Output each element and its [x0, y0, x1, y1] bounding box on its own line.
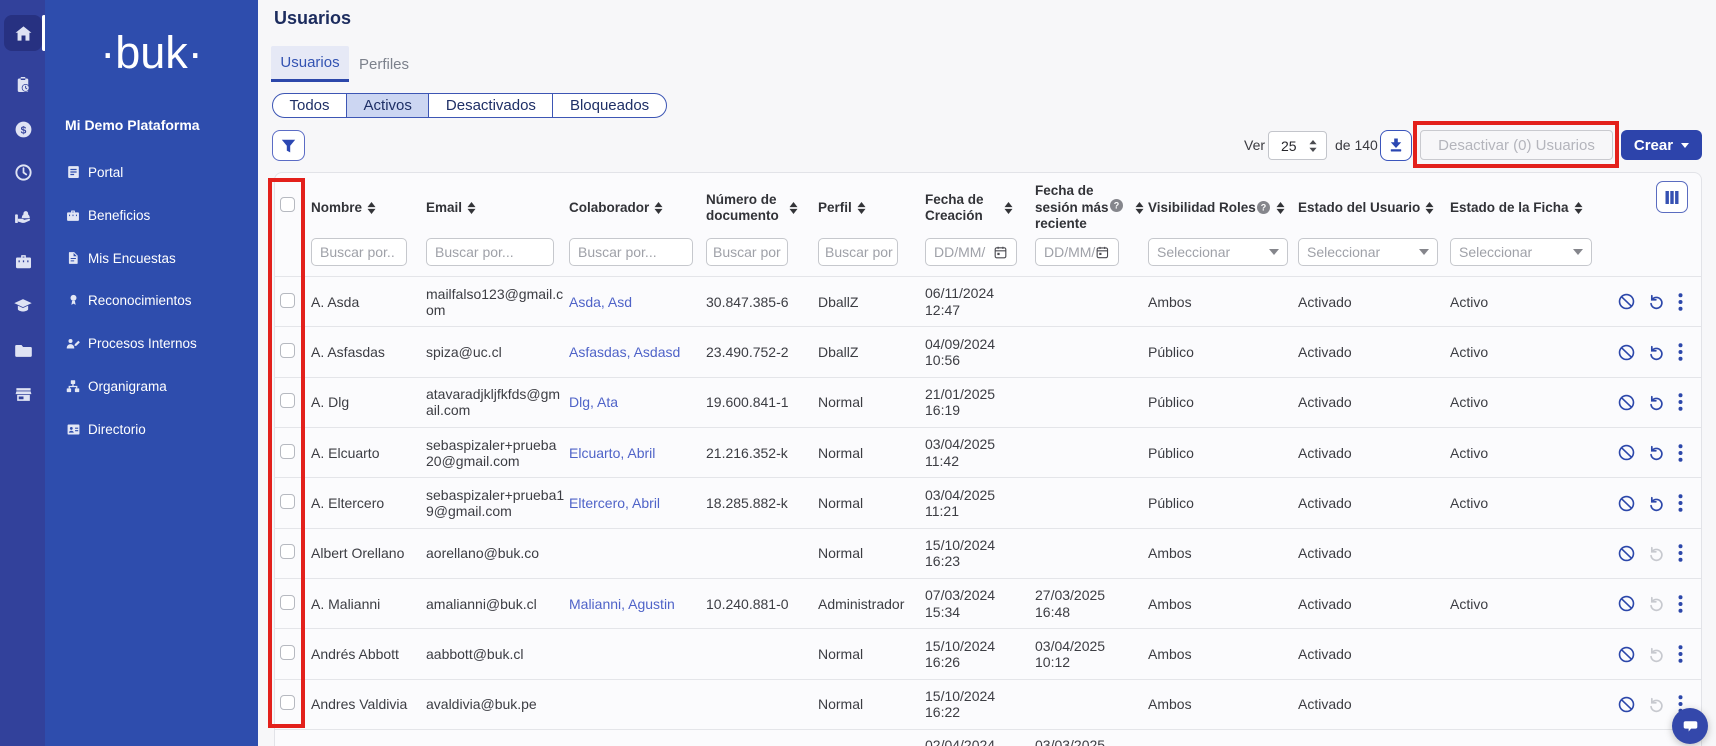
- svg-text:?: ?: [1261, 203, 1267, 213]
- svg-text:?: ?: [1113, 201, 1119, 211]
